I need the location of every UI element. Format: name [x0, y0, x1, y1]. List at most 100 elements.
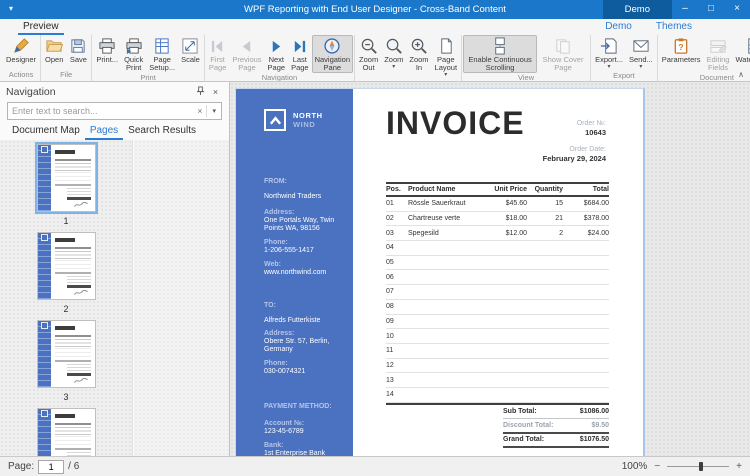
thumbnail-title-bar: [54, 414, 75, 418]
invoice-table-row: 11: [386, 344, 609, 359]
payment-section-label: PAYMENT METHOD:: [264, 403, 332, 410]
export-icon: [600, 37, 618, 55]
invoice-table-header: Pos. Product Name Unit Price Quantity To…: [386, 182, 609, 197]
search-clear-icon[interactable]: ×: [193, 106, 206, 116]
maximize-button[interactable]: □: [698, 0, 724, 19]
page-layout-button[interactable]: Page Layout ▾: [432, 35, 461, 79]
page-setup-icon: [153, 37, 171, 55]
navigation-pane-button[interactable]: Navigation Pane: [311, 35, 354, 73]
last-page-icon: [292, 37, 307, 55]
zoom-slider[interactable]: [667, 462, 730, 471]
tab-document-map[interactable]: Document Map: [7, 123, 85, 140]
next-page-button[interactable]: Next Page: [265, 35, 289, 73]
thumbnail-band: [37, 233, 51, 299]
from-address-label: Address:: [264, 209, 295, 216]
status-bar: Page: / 6 100% − +: [0, 456, 750, 476]
quick-print-button[interactable]: Quick Print: [121, 35, 146, 73]
invoice-table-row: 14: [386, 388, 609, 403]
close-button[interactable]: ×: [724, 0, 750, 19]
to-company: Alfreds Futterkiste: [264, 317, 321, 324]
themes-link[interactable]: Themes: [656, 21, 692, 32]
save-button[interactable]: Save: [66, 35, 90, 70]
payment-account: 123-45-6789: [264, 428, 304, 435]
thumbnail-page-preview: [36, 320, 96, 388]
navigation-tabs: Document Map Pages Search Results: [0, 123, 229, 140]
search-options-caret-icon[interactable]: ▾: [207, 107, 217, 115]
to-phone: 030-0074321: [264, 368, 306, 375]
payment-bank-label: Bank:: [264, 442, 284, 449]
zoom-in-icon: [410, 37, 428, 55]
page-thumbnail[interactable]: 4: [35, 408, 98, 456]
navigation-panel-header: Navigation ×: [0, 82, 229, 98]
zoom-dropdown-button[interactable]: Zoom ▾: [381, 35, 406, 79]
page-setup-button[interactable]: Page Setup...: [146, 35, 178, 73]
tab-preview[interactable]: Preview: [18, 20, 64, 35]
zoom-slider-thumb[interactable]: [699, 462, 704, 471]
order-date-label: Order Date:: [569, 146, 606, 153]
payment-account-label: Account №:: [264, 420, 305, 427]
collapse-ribbon-icon[interactable]: ∧: [738, 70, 744, 79]
search-input[interactable]: [12, 106, 194, 116]
next-page-icon: [269, 37, 284, 55]
send-button[interactable]: Send... ▾: [626, 35, 656, 71]
invoice-table-row: 05: [386, 256, 609, 271]
navigation-pane-compass-icon: [323, 37, 341, 55]
page-thumbnail[interactable]: 2: [35, 232, 98, 314]
quick-print-icon: [125, 37, 143, 55]
search-box: × ▾: [7, 102, 222, 120]
invoice-totals: Sub Total: $1086.00 Discount Total: $9.5…: [503, 405, 609, 449]
export-button[interactable]: Export... ▾: [592, 35, 626, 71]
thumbnail-page-preview: [34, 142, 98, 214]
zoom-in-button[interactable]: Zoom In: [406, 35, 431, 79]
save-floppy-icon: [69, 37, 87, 55]
scale-button[interactable]: Scale: [178, 35, 203, 73]
document-preview-area[interactable]: NORTH WIND FROM: Northwind Traders Addre…: [230, 82, 750, 456]
zoom-in-slider-icon[interactable]: +: [736, 461, 742, 472]
thumbnail-list[interactable]: 1 2 3: [0, 140, 133, 456]
thumbnail-band: [37, 145, 51, 211]
page-number-input[interactable]: [38, 459, 65, 474]
pin-icon[interactable]: [193, 86, 208, 98]
panel-close-icon[interactable]: ×: [208, 87, 223, 97]
page-thumbnail[interactable]: 3: [35, 320, 98, 402]
page-thumbnail[interactable]: 1: [34, 142, 98, 226]
last-page-button[interactable]: Last Page: [288, 35, 312, 73]
invoice-content: INVOICE Order №: 10643 Order Date: Febru…: [353, 89, 643, 456]
tab-pages[interactable]: Pages: [84, 123, 124, 140]
dropdown-caret-icon: ▾: [444, 72, 448, 78]
navigation-panel-title: Navigation: [6, 85, 56, 98]
zoom-icon: [385, 37, 403, 55]
ribbon-group-export: Export... ▾ Send... ▾ Export: [591, 35, 658, 81]
demo-titlebar-button[interactable]: Demo: [602, 0, 672, 19]
ribbon-group-actions: Designer Actions: [2, 35, 42, 81]
zoom-out-slider-icon[interactable]: −: [654, 461, 660, 472]
grand-total-row: Grand Total: $1076.50: [503, 434, 609, 449]
watermark-button[interactable]: Watermark: [732, 35, 750, 73]
enable-continuous-scrolling-button[interactable]: Enable Continuous Scrolling: [463, 35, 538, 73]
thumbnail-title-bar: [54, 326, 75, 330]
demo-link[interactable]: Demo: [605, 21, 632, 32]
page-layout-icon: [437, 37, 455, 55]
tab-search-results[interactable]: Search Results: [123, 123, 201, 140]
watermark-icon: [745, 37, 750, 55]
thumbnail-signature-squiggle: [73, 202, 88, 208]
open-button[interactable]: Open: [42, 35, 66, 70]
logo-line2: WIND: [293, 120, 316, 129]
thumbnail-page-number: 3: [63, 392, 69, 402]
order-date-value: February 29, 2024: [542, 154, 606, 163]
ribbon-tab-row: Preview Demo Themes: [0, 19, 750, 35]
print-button[interactable]: Print...: [93, 35, 121, 73]
send-envelope-icon: [632, 37, 650, 55]
thumbnail-page-number: 1: [63, 216, 69, 226]
minimize-button[interactable]: –: [672, 0, 698, 19]
invoice-page: NORTH WIND FROM: Northwind Traders Addre…: [235, 88, 645, 456]
thumbnail-title-bar: [54, 150, 75, 154]
zoom-out-button[interactable]: Zoom Out: [356, 35, 381, 79]
designer-button[interactable]: Designer: [3, 35, 39, 70]
parameters-button[interactable]: ? Parameters: [659, 35, 704, 73]
previous-page-button: Previous Page: [229, 35, 264, 73]
northwind-logo: NORTH WIND: [264, 109, 353, 131]
page-total: / 6: [68, 461, 80, 472]
app-window: ▾ WPF Reporting with End User Designer -…: [0, 0, 750, 476]
to-address-label: Address:: [264, 330, 295, 337]
